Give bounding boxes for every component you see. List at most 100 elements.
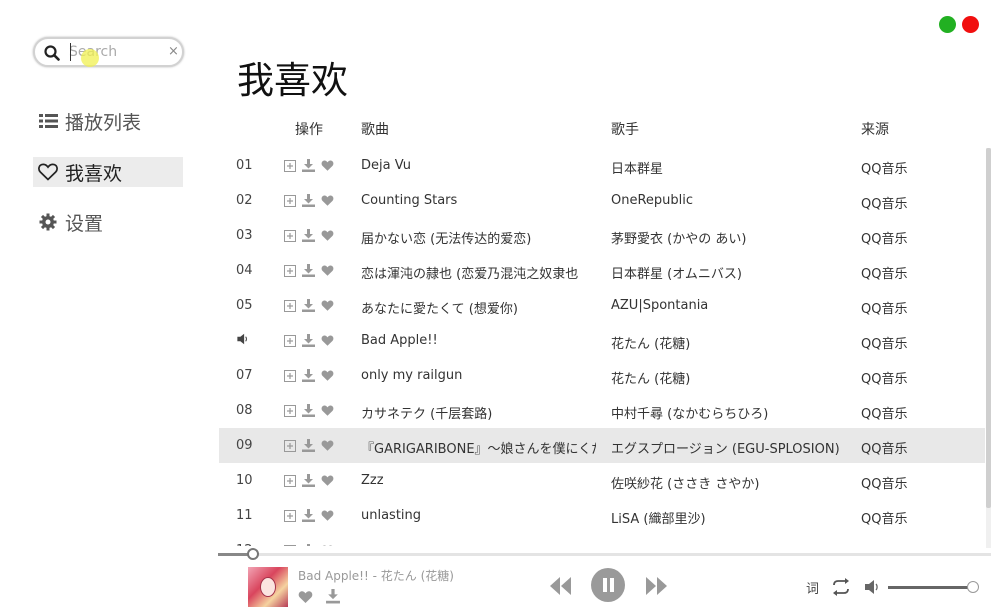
download-icon[interactable] bbox=[302, 509, 315, 522]
song-title: Bad Apple!! bbox=[361, 333, 438, 348]
add-to-playlist-icon[interactable] bbox=[283, 194, 296, 207]
song-row[interactable]: 07 only my railgun 花たん (花糖) QQ音乐 bbox=[219, 358, 985, 393]
add-to-playlist-icon[interactable] bbox=[283, 369, 296, 382]
heart-icon[interactable] bbox=[321, 404, 334, 417]
header-song[interactable]: 歌曲 bbox=[361, 119, 389, 139]
song-row[interactable]: Bad Apple!! 花たん (花糖) QQ音乐 bbox=[219, 323, 985, 358]
add-to-playlist-icon[interactable] bbox=[283, 334, 296, 347]
song-source: QQ音乐 bbox=[861, 407, 908, 422]
sidebar-item-playlist[interactable]: 播放列表 bbox=[33, 106, 183, 136]
heart-icon[interactable] bbox=[321, 509, 334, 522]
song-artist: OneRepublic bbox=[611, 193, 694, 208]
heart-icon[interactable] bbox=[298, 590, 313, 604]
pause-button[interactable] bbox=[591, 568, 625, 602]
download-icon[interactable] bbox=[302, 299, 315, 312]
heart-icon[interactable] bbox=[321, 369, 334, 382]
row-actions bbox=[283, 369, 343, 382]
heart-icon[interactable] bbox=[321, 264, 334, 277]
repeat-icon[interactable] bbox=[830, 578, 852, 596]
download-icon[interactable] bbox=[302, 439, 315, 452]
song-row[interactable]: 12 千本桜 (千本樱) 花たん (花糖) QQ音乐 bbox=[219, 533, 985, 546]
song-row[interactable]: 09 『GARIGARIBONE』～娘さんを僕にくださ エグスプロージョン (E… bbox=[219, 428, 985, 463]
add-to-playlist-icon[interactable] bbox=[283, 404, 296, 417]
add-to-playlist-icon[interactable] bbox=[283, 544, 296, 546]
download-icon[interactable] bbox=[326, 589, 340, 604]
volume-knob[interactable] bbox=[967, 581, 979, 593]
heart-icon[interactable] bbox=[321, 229, 334, 242]
track-number: 11 bbox=[236, 508, 253, 523]
song-row[interactable]: 04 恋は渾沌の隷也 (恋爱乃混沌之奴隶也 日本群星 (オムニバス) QQ音乐 bbox=[219, 253, 985, 288]
album-art[interactable] bbox=[248, 567, 288, 607]
heart-icon[interactable] bbox=[321, 474, 334, 487]
song-row[interactable]: 10 Zzz 佐咲紗花 (ささき さやか) QQ音乐 bbox=[219, 463, 985, 498]
heart-icon[interactable] bbox=[321, 159, 334, 172]
song-artist: 花たん (花糖) bbox=[611, 337, 691, 352]
add-to-playlist-icon[interactable] bbox=[283, 474, 296, 487]
song-source: QQ音乐 bbox=[861, 442, 908, 457]
song-title: Deja Vu bbox=[361, 158, 411, 173]
song-source: QQ音乐 bbox=[861, 543, 941, 546]
next-track-button[interactable] bbox=[644, 575, 668, 597]
minimize-button[interactable] bbox=[939, 16, 956, 33]
song-artist: 中村千尋 (なかむらちひろ) bbox=[611, 407, 769, 422]
download-icon[interactable] bbox=[302, 229, 315, 242]
add-to-playlist-icon[interactable] bbox=[283, 439, 296, 452]
sidebar-item-settings[interactable]: 设置 bbox=[33, 207, 183, 237]
download-icon[interactable] bbox=[302, 334, 315, 347]
progress-track[interactable] bbox=[218, 553, 991, 556]
pause-icon bbox=[603, 578, 614, 592]
add-to-playlist-icon[interactable] bbox=[283, 299, 296, 312]
volume-icon[interactable] bbox=[864, 579, 881, 595]
search-icon[interactable] bbox=[44, 45, 60, 61]
download-icon[interactable] bbox=[302, 264, 315, 277]
download-icon[interactable] bbox=[302, 159, 315, 172]
add-to-playlist-icon[interactable] bbox=[283, 264, 296, 277]
header-source[interactable]: 来源 bbox=[861, 119, 889, 139]
song-row[interactable]: 05 あなたに愛たくて (想爱你) AZU|Spontania QQ音乐 bbox=[219, 288, 985, 323]
heart-icon[interactable] bbox=[321, 544, 334, 546]
page-title: 我喜欢 bbox=[237, 59, 348, 102]
track-number: 05 bbox=[236, 298, 253, 313]
song-row[interactable]: 08 カサネテク (千层套路) 中村千尋 (なかむらちひろ) QQ音乐 bbox=[219, 393, 985, 428]
heart-icon[interactable] bbox=[321, 194, 334, 207]
download-icon[interactable] bbox=[302, 474, 315, 487]
now-playing-icon bbox=[236, 333, 266, 349]
heart-icon[interactable] bbox=[321, 334, 334, 347]
now-playing-text: Bad Apple!! - 花たん (花糖) bbox=[298, 569, 454, 583]
download-icon[interactable] bbox=[302, 404, 315, 417]
header-ops: 操作 bbox=[295, 122, 323, 138]
download-icon[interactable] bbox=[302, 194, 315, 207]
download-icon[interactable] bbox=[302, 369, 315, 382]
close-button[interactable] bbox=[962, 16, 979, 33]
clear-search-button[interactable]: × bbox=[168, 44, 179, 60]
add-to-playlist-icon[interactable] bbox=[283, 509, 296, 522]
song-row[interactable]: 02 Counting Stars OneRepublic QQ音乐 bbox=[219, 183, 985, 218]
row-actions bbox=[283, 264, 343, 277]
search-input[interactable] bbox=[69, 43, 165, 61]
track-number: 12 bbox=[236, 543, 266, 546]
lyrics-button[interactable]: 词 bbox=[806, 578, 819, 597]
song-title: 千本桜 (千本樱) bbox=[361, 543, 596, 546]
text-cursor bbox=[70, 43, 71, 61]
add-to-playlist-icon[interactable] bbox=[283, 229, 296, 242]
row-actions bbox=[283, 159, 343, 172]
row-actions bbox=[283, 334, 343, 347]
download-icon[interactable] bbox=[302, 544, 315, 546]
previous-track-button[interactable] bbox=[549, 575, 573, 597]
song-title: 『GARIGARIBONE』～娘さんを僕にくださ bbox=[361, 442, 596, 457]
header-artist[interactable]: 歌手 bbox=[611, 119, 639, 139]
song-row[interactable]: 03 届かない恋 (无法传达的爱恋) 茅野愛衣 (かやの あい) QQ音乐 bbox=[219, 218, 985, 253]
progress-knob[interactable] bbox=[247, 548, 259, 560]
row-actions bbox=[283, 299, 343, 312]
heart-icon[interactable] bbox=[321, 439, 334, 452]
row-actions bbox=[283, 229, 343, 242]
sidebar-item-favorite[interactable]: 我喜欢 bbox=[33, 157, 183, 187]
scrollbar-thumb[interactable] bbox=[986, 148, 991, 508]
add-to-playlist-icon[interactable] bbox=[283, 159, 296, 172]
song-row[interactable]: 01 Deja Vu 日本群星 QQ音乐 bbox=[219, 148, 985, 183]
song-row[interactable]: 11 unlasting LiSA (織部里沙) QQ音乐 bbox=[219, 498, 985, 533]
track-number: 09 bbox=[236, 438, 253, 453]
song-title: 恋は渾沌の隷也 (恋爱乃混沌之奴隶也 bbox=[361, 267, 579, 282]
heart-icon[interactable] bbox=[321, 299, 334, 312]
song-artist: LiSA (織部里沙) bbox=[611, 512, 706, 527]
